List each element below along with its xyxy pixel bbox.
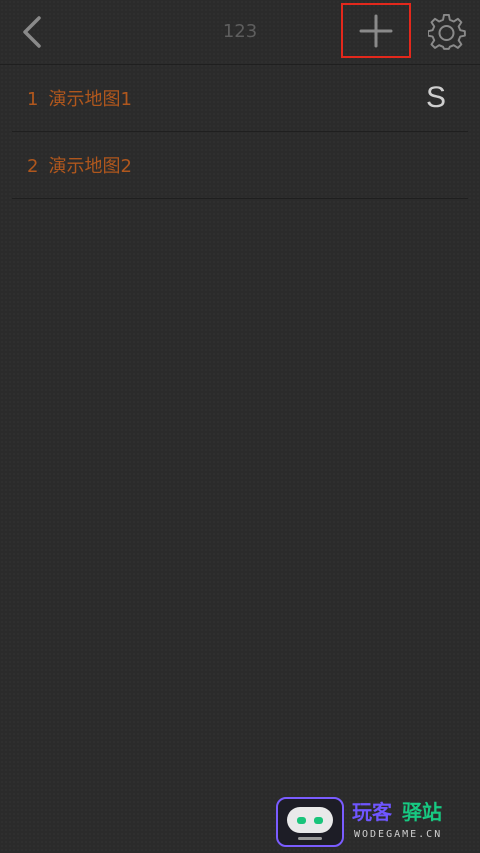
map-item-name: 演示地图2 [48, 156, 132, 177]
back-button[interactable] [14, 12, 50, 52]
watermark-text-part1: 玩客 [352, 800, 392, 824]
map-item-index: 2 [27, 156, 39, 177]
watermark-domain: WODEGAME.CN [354, 829, 443, 840]
gear-icon [428, 14, 466, 50]
map-item-badge: S [425, 81, 446, 114]
plus-icon [359, 14, 393, 47]
add-map-button[interactable] [341, 3, 411, 58]
watermark-text-part2: 驿站 [402, 800, 442, 824]
page-title: 123 [222, 21, 258, 42]
list-item-map-2[interactable]: 2 演示地图2 [12, 132, 468, 199]
watermark-text: 玩客 驿站 [352, 799, 442, 825]
map-item-label: 1 演示地图1 [27, 88, 132, 112]
map-item-index: 1 [27, 89, 39, 110]
map-item-name: 演示地图1 [48, 89, 132, 110]
settings-button[interactable] [426, 12, 468, 54]
chevron-left-icon [23, 16, 41, 48]
map-item-label: 2 演示地图2 [27, 155, 132, 179]
top-bar: 123 [0, 0, 480, 65]
robot-logo-icon [276, 797, 344, 847]
map-list: 1 演示地图1 S 2 演示地图2 [12, 65, 468, 199]
list-item-map-1[interactable]: 1 演示地图1 S [12, 65, 468, 132]
site-watermark: 玩客 驿站 WODEGAME.CN [276, 797, 476, 849]
